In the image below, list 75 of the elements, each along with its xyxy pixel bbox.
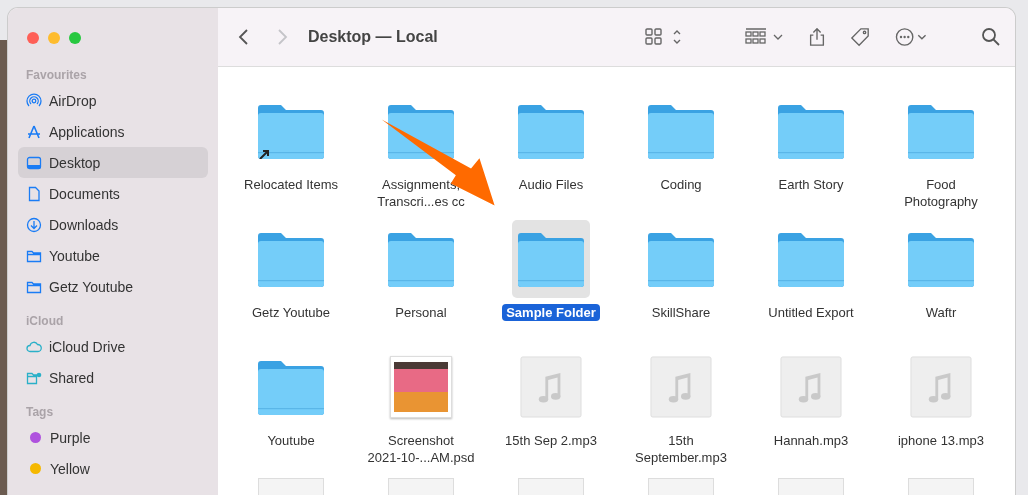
sidebar-item-label: Documents — [49, 185, 120, 202]
sidebar-item[interactable]: Downloads — [18, 209, 208, 240]
folder-icon[interactable] — [778, 103, 844, 159]
sidebar-item[interactable]: Youtube — [18, 240, 208, 271]
folder-icon[interactable] — [518, 103, 584, 159]
file-name[interactable]: 15th September.mp3 — [631, 432, 731, 466]
file-name[interactable]: Sample Folder — [502, 304, 600, 321]
file-name[interactable]: Food Photography — [900, 176, 982, 210]
file-name[interactable]: Coding — [656, 176, 706, 193]
tag-icon[interactable] — [849, 27, 871, 47]
sidebar-item[interactable]: Applications — [18, 116, 208, 147]
close-button[interactable] — [27, 32, 39, 44]
sidebar-item[interactable]: Desktop — [18, 147, 208, 178]
file-name[interactable]: Personal — [391, 304, 451, 321]
back-icon[interactable] — [238, 27, 250, 47]
sidebar-item-label: Purple — [50, 429, 91, 446]
audio-file-icon[interactable] — [650, 356, 712, 418]
applications-icon — [26, 123, 42, 140]
sidebar-item[interactable]: Purple — [18, 422, 208, 453]
file-name[interactable]: Screenshot 2021-10-...AM.psd — [363, 432, 479, 466]
file-name[interactable]: Untitled Export — [764, 304, 858, 321]
download-icon — [26, 216, 42, 233]
folder-icon[interactable] — [908, 231, 974, 287]
sidebar-item-label: Applications — [49, 123, 125, 140]
sidebar-item-label: Desktop — [49, 154, 101, 171]
zoom-button[interactable] — [69, 32, 81, 44]
folder-icon[interactable] — [648, 231, 714, 287]
folder-icon[interactable] — [388, 231, 454, 287]
folder-icon[interactable] — [258, 103, 324, 159]
sidebar-section-header: Favourites — [25, 67, 88, 84]
group-icon[interactable] — [745, 27, 785, 47]
sidebar-item[interactable]: AirDrop — [18, 85, 208, 116]
window-title: Desktop — Local — [308, 28, 438, 46]
file-name[interactable]: Waftr — [921, 304, 961, 321]
sidebar-item-label: Getz Youtube — [49, 278, 134, 295]
photo-placeholder[interactable] — [390, 356, 452, 418]
file-name[interactable]: Assignments, Transcri...es cc — [373, 176, 469, 210]
sidebar-section-header: Tags — [25, 404, 55, 421]
sidebar-item-label: Yellow — [50, 460, 90, 477]
file-name[interactable]: Earth Story — [774, 176, 848, 193]
sidebar-item-label: Youtube — [49, 247, 100, 264]
sidebar-item[interactable]: Yellow — [18, 453, 208, 484]
airdrop-icon — [26, 92, 42, 109]
folder-icon[interactable] — [778, 231, 844, 287]
sidebar-item[interactable]: Shared — [18, 362, 208, 393]
icon-view-icon[interactable] — [645, 27, 683, 47]
sidebar-item-label: AirDrop — [49, 92, 97, 109]
search-icon[interactable] — [981, 27, 1001, 47]
sidebar-item[interactable]: Getz Youtube — [18, 271, 208, 302]
sidebar-item[interactable]: Documents — [18, 178, 208, 209]
file-name[interactable]: 15th Sep 2.mp3 — [501, 432, 601, 449]
folder-icon[interactable] — [258, 231, 324, 287]
folder-icon[interactable] — [908, 103, 974, 159]
sidebar-item-label: iCloud Drive — [49, 338, 126, 355]
sidebar-item[interactable]: iCloud Drive — [18, 331, 208, 362]
sidebar-item-label: Shared — [49, 369, 95, 386]
audio-file-icon[interactable] — [520, 356, 582, 418]
file-name[interactable]: Hannah.mp3 — [769, 432, 853, 449]
file-name[interactable]: Relocated Items — [240, 176, 342, 193]
folder-icon[interactable] — [258, 359, 324, 415]
folder-icon[interactable] — [518, 231, 584, 287]
file-name[interactable]: iphone 13.mp3 — [894, 432, 988, 449]
file-name[interactable]: Youtube — [263, 432, 319, 449]
document-icon — [26, 185, 42, 202]
sidebar-section-header: iCloud — [25, 313, 65, 330]
share-icon[interactable] — [807, 27, 827, 47]
sidebar-item-label: Downloads — [49, 216, 119, 233]
audio-file-icon[interactable] — [780, 356, 842, 418]
file-name[interactable]: Getz Youtube — [247, 304, 335, 321]
folder-icon[interactable] — [648, 103, 714, 159]
audio-file-icon[interactable] — [910, 356, 972, 418]
file-name[interactable]: SkillShare — [647, 304, 715, 321]
file-name[interactable]: Audio Files — [514, 176, 588, 193]
desktop-icon — [26, 154, 42, 171]
more-icon[interactable] — [893, 27, 929, 47]
